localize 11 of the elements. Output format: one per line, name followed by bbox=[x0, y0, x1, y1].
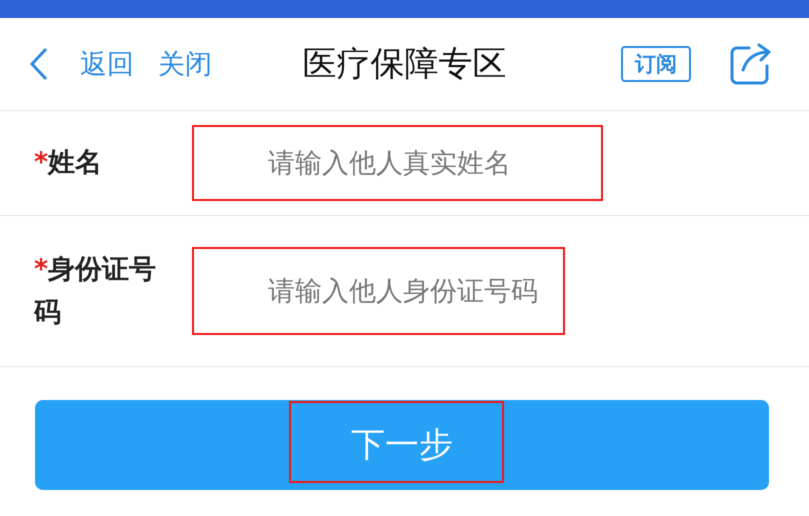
next-button[interactable]: 下一步 bbox=[35, 400, 769, 490]
field-label: *姓名 bbox=[34, 146, 104, 180]
back-link[interactable]: 返回 bbox=[80, 46, 134, 82]
page-title: 医疗保障专区 bbox=[302, 43, 506, 86]
field-label: *身份证号码 bbox=[34, 252, 158, 330]
subscribe-button[interactable]: 订阅 bbox=[621, 46, 691, 82]
input-field[interactable]: 请输入他人真实姓名 bbox=[192, 125, 603, 201]
back-icon[interactable] bbox=[28, 47, 50, 81]
close-link[interactable]: 关闭 bbox=[158, 46, 212, 82]
input-field[interactable]: 请输入他人身份证号码 bbox=[192, 247, 565, 335]
share-icon[interactable] bbox=[729, 42, 773, 86]
